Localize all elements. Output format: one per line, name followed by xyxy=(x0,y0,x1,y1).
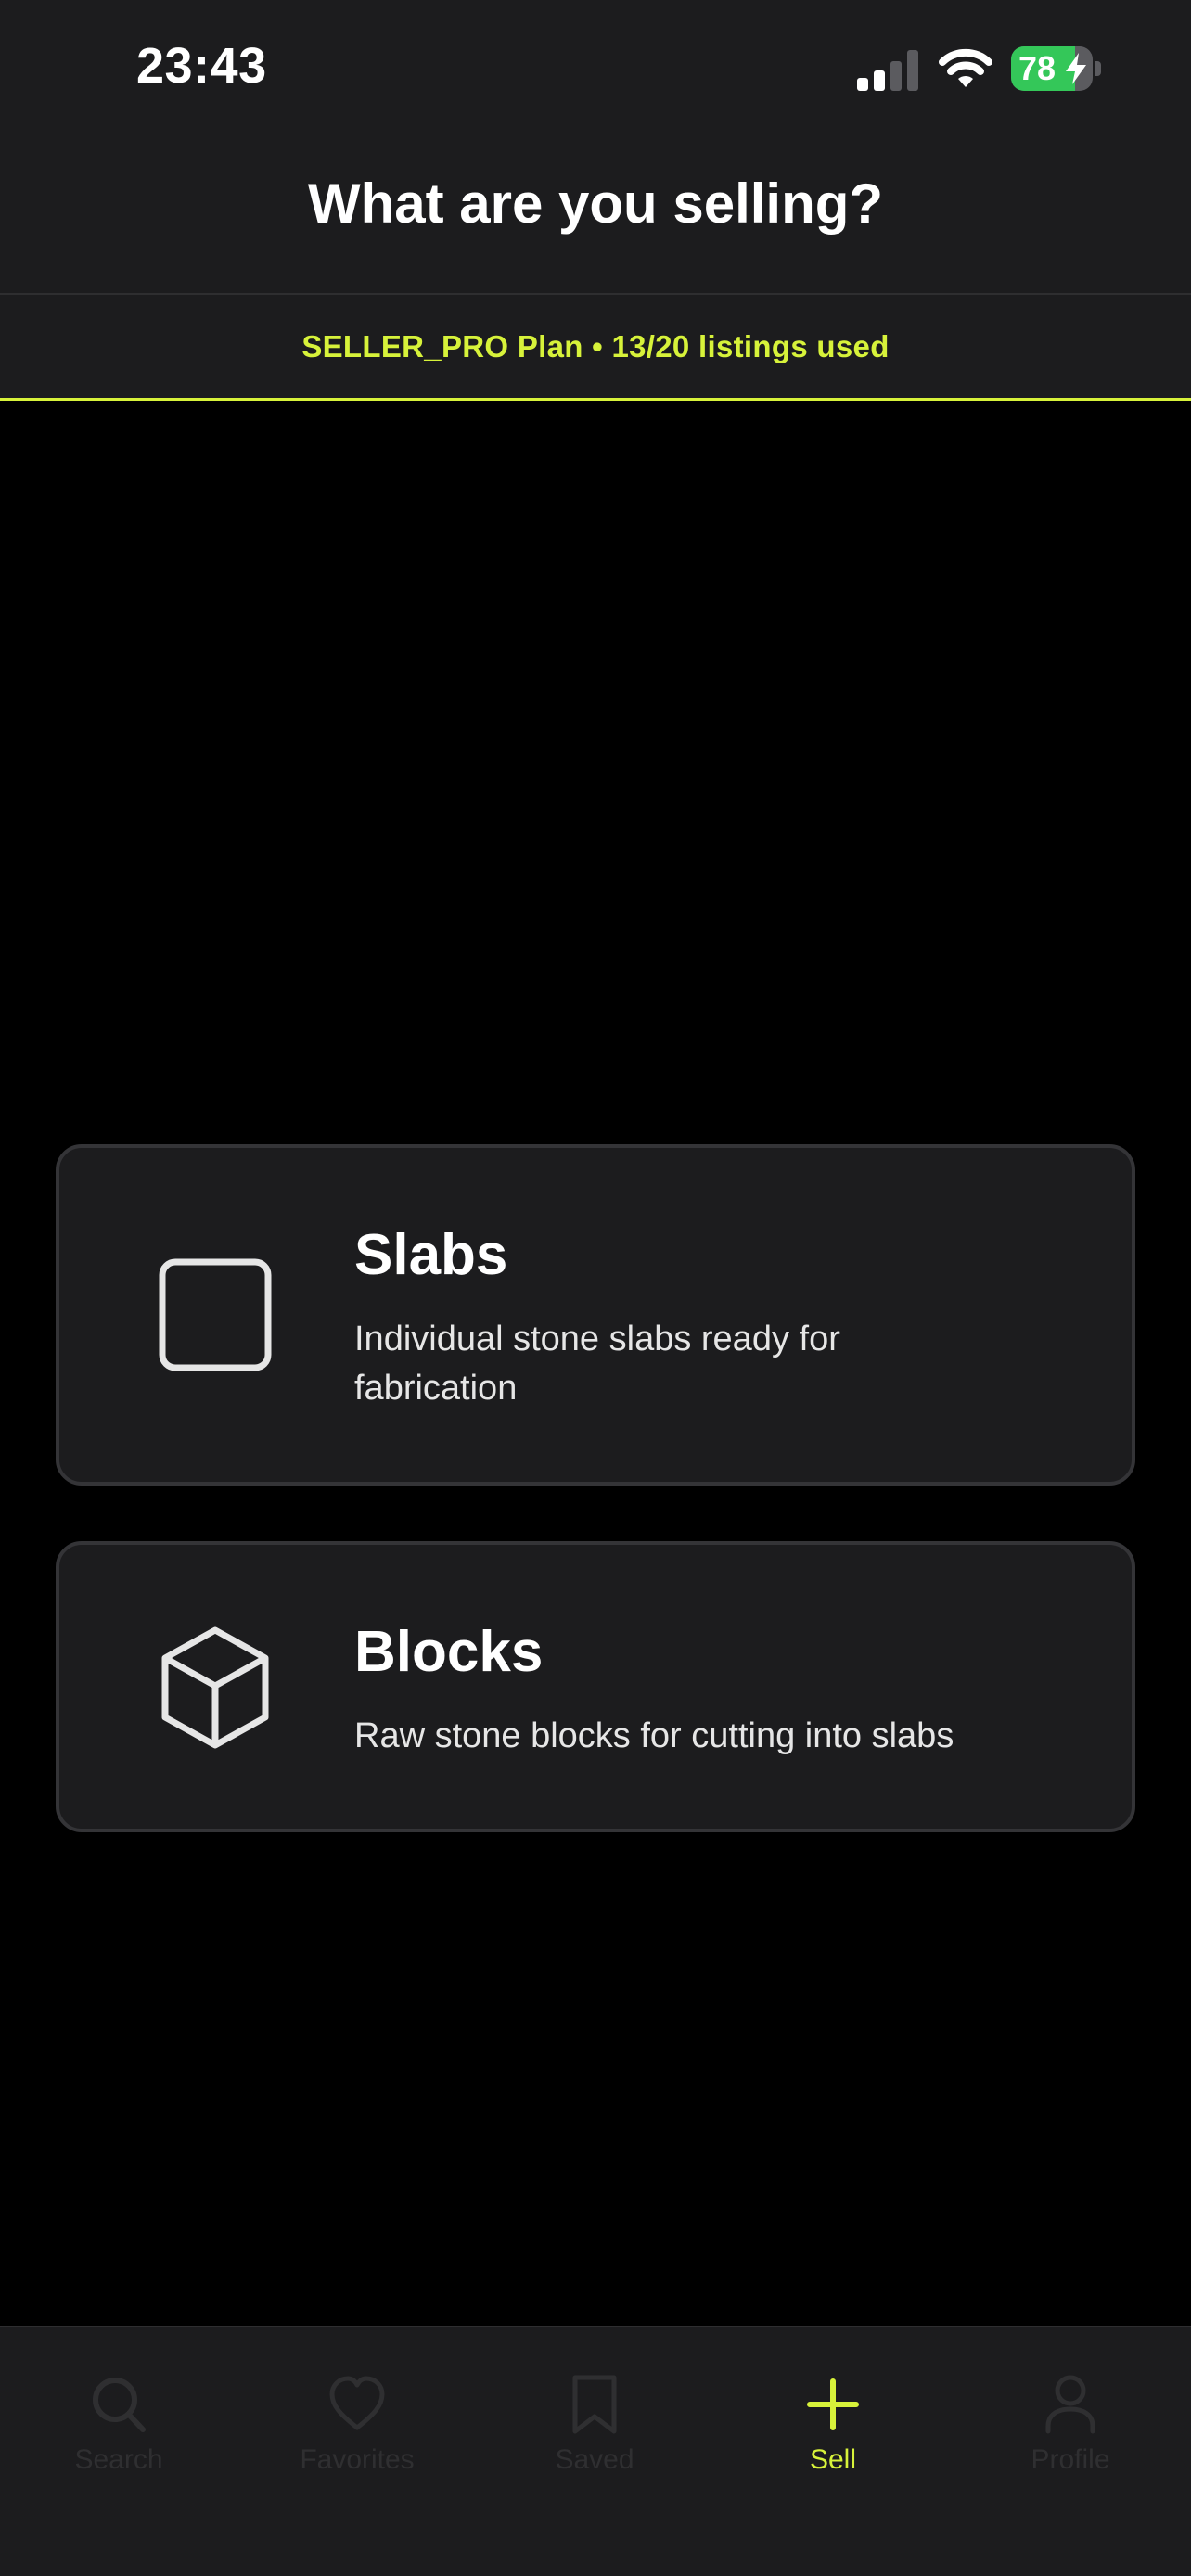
person-icon xyxy=(1045,2375,1095,2434)
page-title: What are you selling? xyxy=(307,172,884,235)
slabs-option-title: Slabs xyxy=(354,1223,508,1287)
cellular-signal-icon xyxy=(857,50,918,91)
square-icon xyxy=(159,1258,272,1371)
battery-charging-icon: 78 xyxy=(1011,46,1102,91)
slabs-option-description: Individual stone slabs ready for fabrica… xyxy=(354,1320,840,1408)
header: What are you selling? xyxy=(0,139,1191,295)
tab-sell[interactable]: Sell xyxy=(714,2327,952,2513)
tab-profile-label: Profile xyxy=(1031,2444,1110,2475)
tab-sell-label: Sell xyxy=(809,2444,857,2475)
plus-icon xyxy=(807,2378,859,2430)
status-bar: 23:43 78 xyxy=(0,0,1191,139)
wifi-icon xyxy=(939,48,992,87)
blocks-option-title: Blocks xyxy=(354,1620,544,1684)
tab-bar: Search Favorites Saved Sell Profile xyxy=(0,2326,1191,2576)
plan-usage-banner: SELLER_PRO Plan • 13/20 listings used xyxy=(0,295,1191,401)
plan-usage-text: SELLER_PRO Plan • 13/20 listings used xyxy=(301,328,890,363)
status-time: 23:43 xyxy=(136,38,267,94)
sell-type-screen: 23:43 78 What are you selling? SELLER_PR… xyxy=(0,0,1191,2576)
search-icon xyxy=(93,2378,146,2432)
tab-profile[interactable]: Profile xyxy=(952,2327,1189,2513)
bookmark-icon xyxy=(572,2375,617,2434)
tab-search-label: Search xyxy=(74,2444,163,2475)
tab-search[interactable]: Search xyxy=(0,2327,237,2513)
blocks-option-description: Raw stone blocks for cutting into slabs xyxy=(354,1716,954,1755)
tab-saved[interactable]: Saved xyxy=(476,2327,713,2513)
cube-icon xyxy=(161,1626,269,1749)
slabs-option-card[interactable]: Slabs Individual stone slabs ready for f… xyxy=(56,1144,1135,1486)
tab-saved-label: Saved xyxy=(555,2444,634,2475)
heart-icon xyxy=(329,2376,385,2430)
charging-bolt-icon xyxy=(1066,53,1086,84)
tab-favorites-label: Favorites xyxy=(300,2444,415,2475)
tab-favorites[interactable]: Favorites xyxy=(238,2327,476,2513)
blocks-option-card[interactable]: Blocks Raw stone blocks for cutting into… xyxy=(56,1541,1135,1832)
